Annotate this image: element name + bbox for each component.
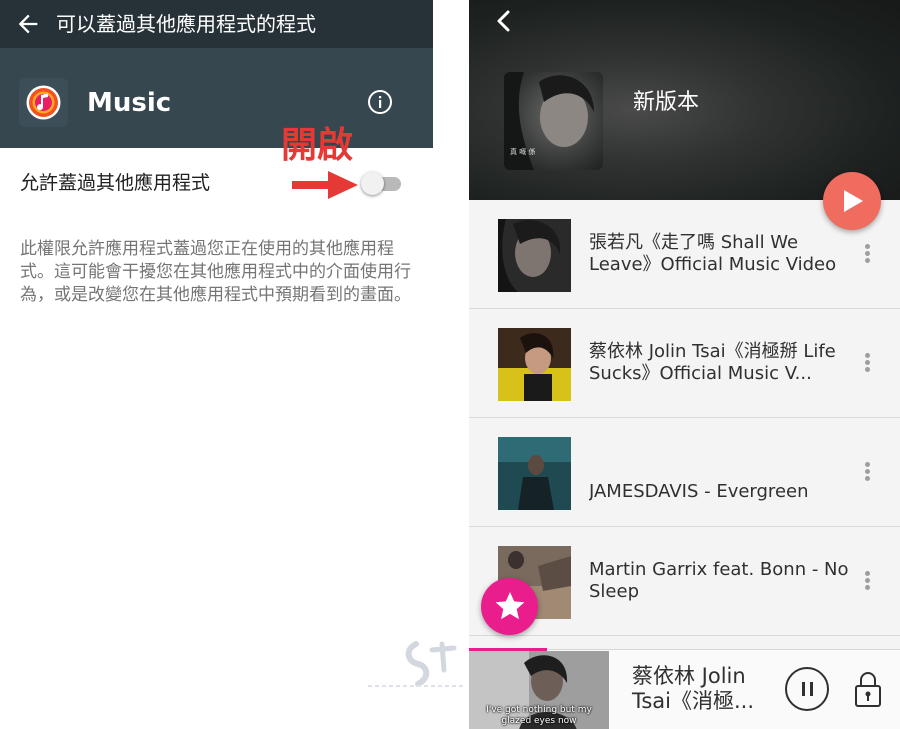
svg-text:真 嘅 係: 真 嘅 係 [510,147,535,156]
more-vertical-icon[interactable] [857,460,877,484]
watermark-logo [368,641,464,687]
video-subtitle: I've got nothing but my glazed eyes now [486,705,592,726]
play-icon [844,190,863,212]
allow-overlay-label: 允許蓋過其他應用程式 [20,172,211,194]
playlist-title: 新版本 [633,90,700,115]
song-title: Martin Garrix feat. Bonn - No Sleep [589,559,849,602]
favorite-button[interactable] [481,578,538,635]
song-row[interactable]: 蔡依林 Jolin Tsai《消極掰 Life Sucks》Official M… [469,309,900,418]
allow-overlay-toggle[interactable] [361,171,401,195]
star-icon [495,592,525,620]
song-thumbnail [498,437,571,510]
info-icon[interactable] [367,89,393,115]
song-list: 張若凡《走了嗎 Shall We Leave》Official Music Vi… [469,200,900,636]
lock-icon[interactable] [853,669,883,709]
song-title: 蔡依林 Jolin Tsai《消極掰 Life Sucks》Official M… [589,341,836,384]
playlist-cover-image: 真 嘅 係 [504,72,603,170]
permission-description: 此權限允許應用程式蓋過您正在使用的其他應用程式。這可能會干擾您在其他應用程式中的… [20,239,411,305]
pause-icon [802,682,805,696]
song-title: JAMESDAVIS - Evergreen [589,481,809,502]
mini-player[interactable]: I've got nothing but my glazed eyes now … [469,648,900,729]
now-playing-title: 蔡依林 Jolin Tsai《消極... [632,664,755,713]
more-vertical-icon[interactable] [857,242,877,266]
music-player-screen: 真 嘅 係 新版本 張若凡《走了嗎 Shall We Leave》Officia… [469,0,900,729]
title-bar: 可以蓋過其他應用程式的程式 [0,0,433,48]
back-chevron-icon[interactable] [491,8,517,34]
song-thumbnail [498,328,571,401]
back-arrow-icon[interactable] [14,10,42,38]
more-vertical-icon[interactable] [857,351,877,375]
app-name: Music [87,88,172,118]
song-row[interactable]: JAMESDAVIS - Evergreen [469,418,900,527]
pause-button[interactable] [785,667,829,711]
toggle-thumb [361,172,384,195]
song-thumbnail [498,219,571,292]
play-all-button[interactable] [823,172,881,230]
screen-title: 可以蓋過其他應用程式的程式 [56,12,316,36]
playlist-header: 真 嘅 係 新版本 [469,0,900,200]
music-app-icon [19,78,68,127]
now-playing-video-thumbnail[interactable]: I've got nothing but my glazed eyes now [469,651,609,729]
overlay-permission-screen: 可以蓋過其他應用程式的程式 Music 開啟 允許蓋過其他應用程式 此權限允許應… [0,0,433,729]
red-arrow-icon [292,171,358,199]
panel-divider [433,0,469,729]
more-vertical-icon[interactable] [857,569,877,593]
song-title: 張若凡《走了嗎 Shall We Leave》Official Music Vi… [589,232,837,275]
